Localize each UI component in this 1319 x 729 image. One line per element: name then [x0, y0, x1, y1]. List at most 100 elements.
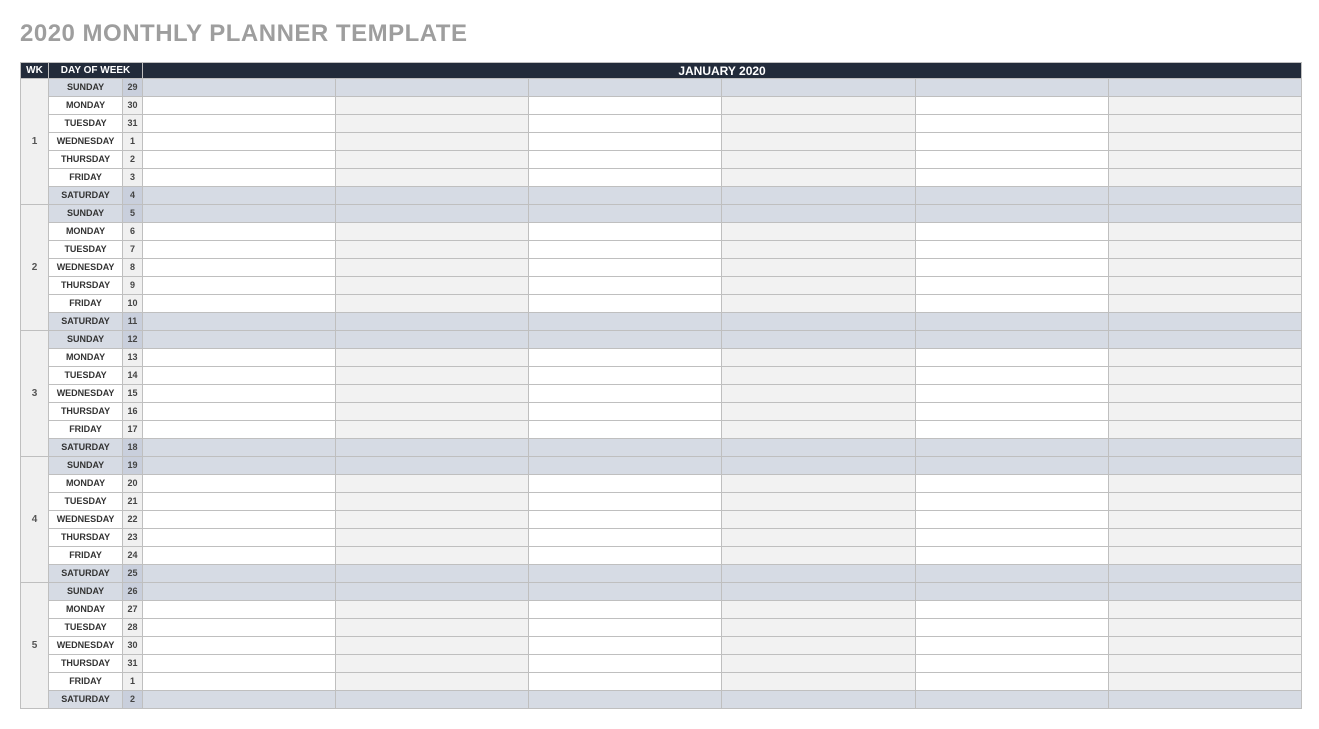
planner-slot[interactable] [336, 493, 529, 511]
planner-slot[interactable] [336, 169, 529, 187]
planner-slot[interactable] [529, 511, 722, 529]
planner-slot[interactable] [1108, 439, 1301, 457]
planner-slot[interactable] [336, 475, 529, 493]
planner-slot[interactable] [1108, 259, 1301, 277]
planner-slot[interactable] [1108, 241, 1301, 259]
planner-slot[interactable] [143, 583, 336, 601]
planner-slot[interactable] [722, 133, 915, 151]
planner-slot[interactable] [336, 223, 529, 241]
planner-slot[interactable] [336, 439, 529, 457]
planner-slot[interactable] [1108, 187, 1301, 205]
planner-slot[interactable] [915, 655, 1108, 673]
planner-slot[interactable] [143, 115, 336, 133]
planner-slot[interactable] [722, 205, 915, 223]
planner-slot[interactable] [529, 97, 722, 115]
planner-slot[interactable] [915, 187, 1108, 205]
planner-slot[interactable] [336, 97, 529, 115]
planner-slot[interactable] [915, 367, 1108, 385]
planner-slot[interactable] [915, 583, 1108, 601]
planner-slot[interactable] [722, 385, 915, 403]
planner-slot[interactable] [722, 367, 915, 385]
planner-slot[interactable] [1108, 637, 1301, 655]
planner-slot[interactable] [1108, 529, 1301, 547]
planner-slot[interactable] [915, 259, 1108, 277]
planner-slot[interactable] [336, 565, 529, 583]
planner-slot[interactable] [722, 439, 915, 457]
planner-slot[interactable] [722, 421, 915, 439]
planner-slot[interactable] [915, 403, 1108, 421]
planner-slot[interactable] [143, 151, 336, 169]
planner-slot[interactable] [915, 241, 1108, 259]
planner-slot[interactable] [915, 673, 1108, 691]
planner-slot[interactable] [722, 565, 915, 583]
planner-slot[interactable] [1108, 565, 1301, 583]
planner-slot[interactable] [336, 79, 529, 97]
planner-slot[interactable] [529, 205, 722, 223]
planner-slot[interactable] [336, 349, 529, 367]
planner-slot[interactable] [529, 277, 722, 295]
planner-slot[interactable] [336, 655, 529, 673]
planner-slot[interactable] [722, 259, 915, 277]
planner-slot[interactable] [529, 259, 722, 277]
planner-slot[interactable] [915, 223, 1108, 241]
planner-slot[interactable] [915, 547, 1108, 565]
planner-slot[interactable] [1108, 691, 1301, 709]
planner-slot[interactable] [915, 619, 1108, 637]
planner-slot[interactable] [143, 133, 336, 151]
planner-slot[interactable] [1108, 403, 1301, 421]
planner-slot[interactable] [1108, 133, 1301, 151]
planner-slot[interactable] [915, 133, 1108, 151]
planner-slot[interactable] [529, 295, 722, 313]
planner-slot[interactable] [529, 583, 722, 601]
planner-slot[interactable] [722, 313, 915, 331]
planner-slot[interactable] [143, 601, 336, 619]
planner-slot[interactable] [722, 691, 915, 709]
planner-slot[interactable] [1108, 601, 1301, 619]
planner-slot[interactable] [915, 79, 1108, 97]
planner-slot[interactable] [1108, 367, 1301, 385]
planner-slot[interactable] [143, 205, 336, 223]
planner-slot[interactable] [529, 223, 722, 241]
planner-slot[interactable] [336, 547, 529, 565]
planner-slot[interactable] [143, 349, 336, 367]
planner-slot[interactable] [915, 151, 1108, 169]
planner-slot[interactable] [143, 169, 336, 187]
planner-slot[interactable] [915, 475, 1108, 493]
planner-slot[interactable] [722, 115, 915, 133]
planner-slot[interactable] [915, 457, 1108, 475]
planner-slot[interactable] [1108, 151, 1301, 169]
planner-slot[interactable] [529, 169, 722, 187]
planner-slot[interactable] [336, 259, 529, 277]
planner-slot[interactable] [143, 529, 336, 547]
planner-slot[interactable] [1108, 97, 1301, 115]
planner-slot[interactable] [722, 349, 915, 367]
planner-slot[interactable] [722, 619, 915, 637]
planner-slot[interactable] [915, 331, 1108, 349]
planner-slot[interactable] [529, 331, 722, 349]
planner-slot[interactable] [529, 403, 722, 421]
planner-slot[interactable] [529, 619, 722, 637]
planner-slot[interactable] [529, 655, 722, 673]
planner-slot[interactable] [143, 277, 336, 295]
planner-slot[interactable] [1108, 421, 1301, 439]
planner-slot[interactable] [1108, 655, 1301, 673]
planner-slot[interactable] [915, 169, 1108, 187]
planner-slot[interactable] [722, 601, 915, 619]
planner-slot[interactable] [143, 295, 336, 313]
planner-slot[interactable] [1108, 331, 1301, 349]
planner-slot[interactable] [336, 403, 529, 421]
planner-slot[interactable] [143, 223, 336, 241]
planner-slot[interactable] [143, 475, 336, 493]
planner-slot[interactable] [336, 457, 529, 475]
planner-slot[interactable] [336, 115, 529, 133]
planner-slot[interactable] [143, 241, 336, 259]
planner-slot[interactable] [722, 583, 915, 601]
planner-slot[interactable] [1108, 115, 1301, 133]
planner-slot[interactable] [1108, 169, 1301, 187]
planner-slot[interactable] [529, 313, 722, 331]
planner-slot[interactable] [529, 637, 722, 655]
planner-slot[interactable] [529, 115, 722, 133]
planner-slot[interactable] [529, 241, 722, 259]
planner-slot[interactable] [1108, 79, 1301, 97]
planner-slot[interactable] [722, 457, 915, 475]
